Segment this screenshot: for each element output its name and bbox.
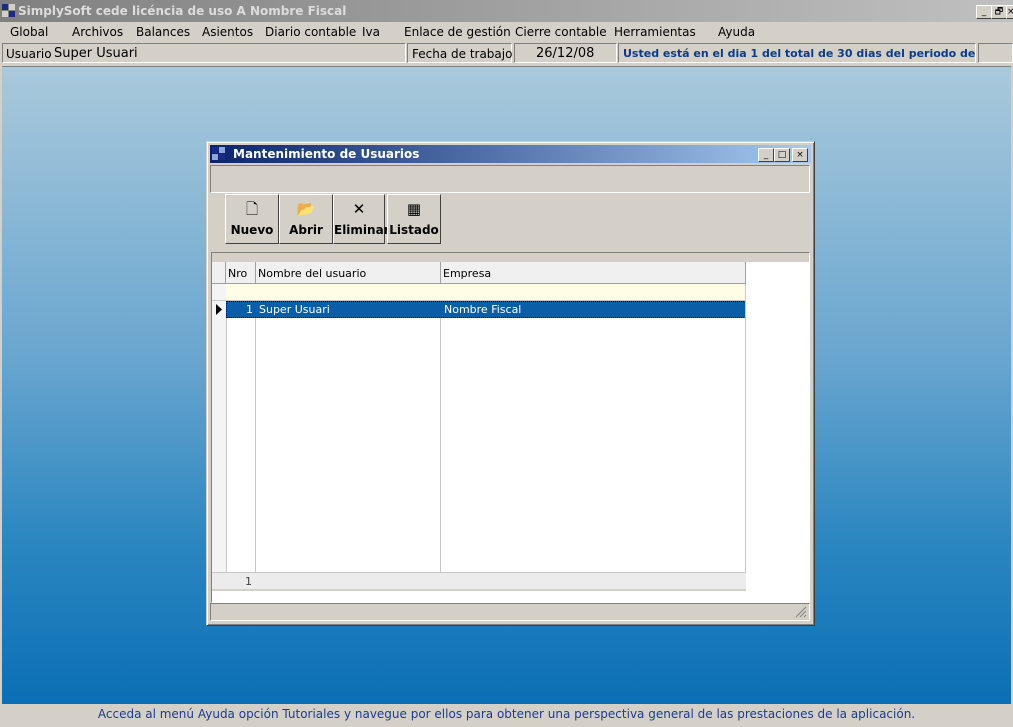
menu-diario-contable[interactable]: Diario contable (265, 25, 356, 39)
col-divider (440, 318, 441, 572)
nuevo-button[interactable]: 🗋 Nuevo (225, 194, 279, 244)
cell-nombre: Super Usuari (259, 303, 330, 316)
app-title: SimplySoft cede licéncia de uso A Nombre… (18, 4, 347, 18)
app-status-bar: Acceda al menú Ayuda opción Tutoriales y… (0, 704, 1013, 724)
trial-message: Usted está en el dia 1 del total de 30 d… (623, 47, 1013, 60)
info-bar: Usuario Super Usuari Fecha de trabajo 26… (0, 41, 1013, 65)
menu-cierre-contable[interactable]: Cierre contable (515, 25, 607, 39)
menu-ayuda[interactable]: Ayuda (718, 25, 755, 39)
abrir-label: Abrir (289, 223, 323, 237)
row-indicator-column (212, 318, 227, 572)
menu-balances[interactable]: Balances (136, 25, 190, 39)
delete-x-icon: ✕ (352, 200, 366, 218)
users-grid[interactable]: Nro Nombre del usuario Empresa 1 Super U… (211, 252, 810, 603)
col-divider (255, 318, 256, 572)
col-header-nro[interactable]: Nro (226, 262, 256, 284)
close-icon[interactable]: × (1006, 5, 1013, 19)
menu-asientos[interactable]: Asientos (202, 25, 253, 39)
listado-button[interactable]: ▦ Listado (387, 194, 441, 244)
col-header-empresa[interactable]: Empresa (441, 262, 746, 284)
date-label-panel: Fecha de trabajo (407, 43, 512, 63)
list-report-icon: ▦ (406, 200, 422, 218)
menu-enlace-gestion[interactable]: Enlace de gestión (404, 25, 511, 39)
child-title: Mantenimiento de Usuarios (233, 147, 420, 161)
menu-archivos[interactable]: Archivos (72, 25, 123, 39)
grid-top-strip (212, 253, 809, 262)
row-indicator-header (212, 262, 226, 284)
date-value: 26/12/08 (536, 46, 595, 61)
child-maximize-icon[interactable]: □ (774, 148, 790, 162)
cell-nro: 1 (246, 303, 253, 316)
app-logo-icon (2, 4, 16, 18)
menu-global[interactable]: Global (10, 25, 48, 39)
child-minimize-icon[interactable]: _ (758, 148, 774, 162)
row-pointer-icon (216, 304, 222, 315)
extra-panel (978, 43, 1013, 63)
window-logo-icon (212, 147, 226, 161)
new-document-icon: 🗋 (245, 200, 259, 218)
date-value-panel: 26/12/08 (514, 43, 617, 63)
user-label: Usuario (6, 47, 52, 61)
menu-herramientas[interactable]: Herramientas (614, 25, 696, 39)
listado-label: Listado (389, 223, 439, 237)
eliminar-button[interactable]: ✕ Eliminar (333, 194, 390, 244)
row-indicator (212, 301, 226, 319)
filter-row[interactable] (226, 284, 746, 301)
child-title-bar[interactable]: Mantenimiento de Usuarios _ □ × (210, 145, 811, 163)
grid-footer: 1 (212, 572, 746, 590)
child-close-icon[interactable]: × (792, 148, 808, 162)
col-divider (745, 284, 746, 572)
restore-icon[interactable]: 🗗 (991, 5, 1007, 19)
grid-bottom-strip (212, 589, 746, 591)
menu-iva[interactable]: Iva (362, 25, 380, 39)
app-title-bar[interactable]: SimplySoft cede licéncia de uso A Nombre… (0, 0, 1013, 22)
title-strip (210, 165, 810, 193)
table-row[interactable]: 1 Super Usuari Nombre Fiscal (226, 301, 746, 318)
filter-row-indicator (212, 284, 226, 301)
minimize-icon[interactable]: _ (976, 5, 992, 19)
cell-empresa: Nombre Fiscal (444, 303, 522, 316)
eliminar-label: Eliminar (334, 223, 390, 237)
usuarios-window: Mantenimiento de Usuarios _ □ × 🗋 Nuevo … (206, 141, 815, 626)
user-value: Super Usuari (54, 46, 138, 61)
abrir-button[interactable]: 📂 Abrir (279, 194, 333, 244)
nuevo-label: Nuevo (230, 223, 274, 237)
trial-panel: Usted está en el dia 1 del total de 30 d… (618, 43, 1013, 63)
col-header-nombre[interactable]: Nombre del usuario (256, 262, 441, 284)
open-folder-icon: 📂 (296, 200, 316, 218)
menu-bar: Global Archivos Balances Asientos Diario… (0, 22, 1013, 41)
child-status-bar (210, 603, 810, 621)
user-panel: Usuario Super Usuari (2, 43, 406, 63)
status-help-text: Acceda al menú Ayuda opción Tutoriales y… (97, 707, 916, 721)
resize-grip-icon[interactable] (795, 606, 807, 618)
date-label: Fecha de trabajo (412, 47, 513, 61)
